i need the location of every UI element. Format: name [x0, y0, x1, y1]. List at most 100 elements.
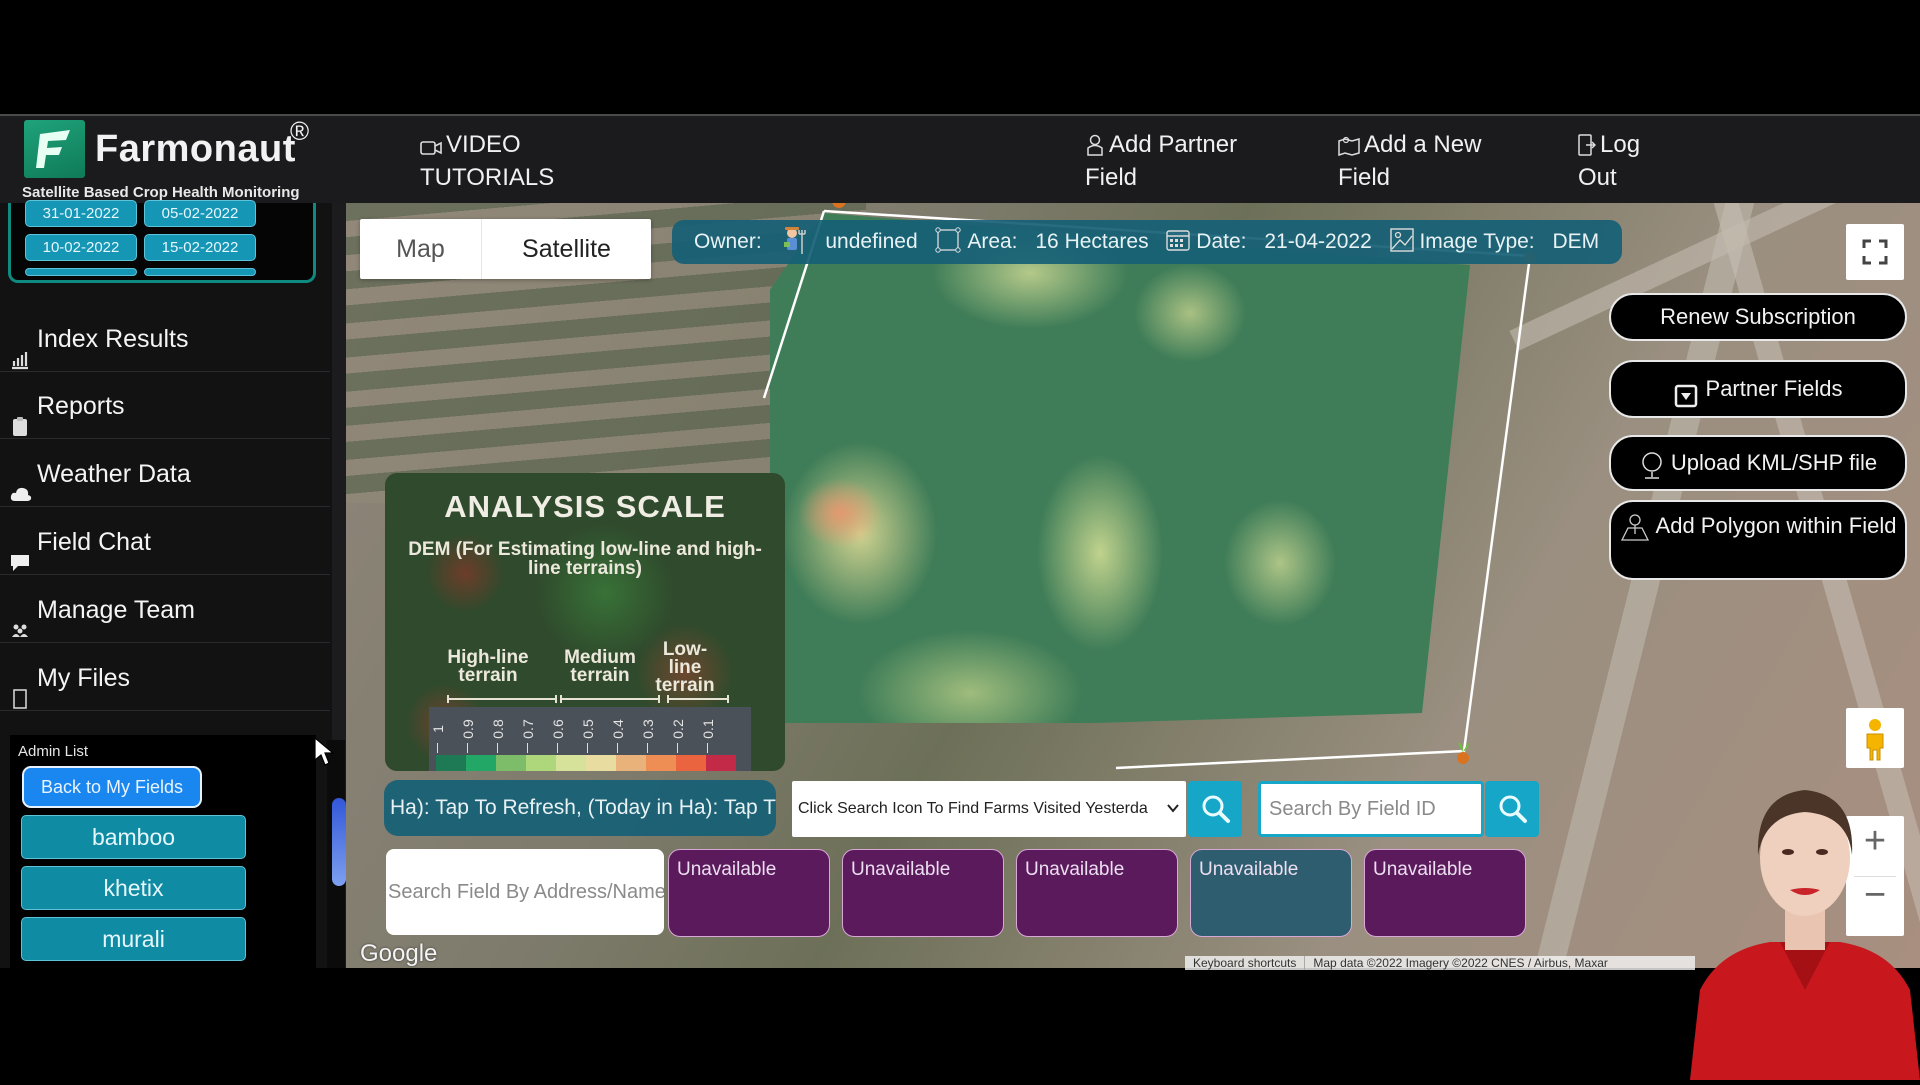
- partner-fields-button[interactable]: Partner Fields: [1609, 360, 1907, 418]
- nav-log-out[interactable]: Log Out: [1578, 130, 1640, 192]
- legend-tick-label: 0.4: [610, 719, 626, 739]
- legend-swatch: [586, 755, 616, 771]
- calendar-icon: [1166, 220, 1191, 264]
- partner-icon: [1085, 134, 1105, 163]
- visited-farms-select[interactable]: Click Search Icon To Find Farms Visited …: [792, 781, 1186, 837]
- legend-tick-mark: [617, 743, 618, 753]
- nav-add-new-field[interactable]: Add a New Field: [1338, 130, 1481, 192]
- dropdown-box-icon: [1674, 374, 1698, 428]
- field-info-bar: Owner: undefined Area: 16 Hectares Date:…: [672, 220, 1622, 264]
- legend-swatch: [436, 755, 466, 771]
- fullscreen-button[interactable]: [1846, 224, 1904, 280]
- presenter-video-overlay: [1690, 760, 1920, 1080]
- legend-tick-mark: [647, 743, 648, 753]
- sidebar-item-my-files[interactable]: My Files: [0, 645, 330, 711]
- legend-tick-label: 0.2: [670, 719, 686, 739]
- legend-tick-label: 0.6: [550, 719, 566, 739]
- search-icon: [1202, 795, 1230, 823]
- sidebar-item-manage-team[interactable]: Manage Team: [0, 577, 330, 643]
- brand-name[interactable]: Farmonaut: [95, 128, 296, 171]
- legend-swatch: [646, 755, 676, 771]
- polygon-map-icon: [1620, 512, 1650, 549]
- registered-mark: ®: [290, 116, 310, 146]
- date-button-partial[interactable]: [144, 268, 256, 276]
- admin-user-button[interactable]: murali: [21, 917, 246, 961]
- chart-icon: [10, 329, 30, 370]
- cloud-icon: [10, 464, 32, 501]
- map-type-toggle: Map Satellite: [360, 219, 651, 279]
- legend-tick-mark: [707, 743, 708, 753]
- date-button[interactable]: 10-02-2022: [25, 234, 137, 261]
- field-marker-icon[interactable]: [832, 203, 846, 208]
- date-button[interactable]: 31-01-2022: [25, 200, 137, 227]
- legend-swatch: [496, 755, 526, 771]
- sidebar-item-field-chat[interactable]: Field Chat: [0, 509, 330, 575]
- legend-tick-mark: [467, 743, 468, 753]
- legend-swatch: [616, 755, 646, 771]
- imagery-tile[interactable]: Unavailable: [1190, 849, 1352, 937]
- area-value: 16 Hectares: [1035, 230, 1149, 253]
- pegman-icon: [1866, 719, 1884, 761]
- image-type-value: DEM: [1552, 230, 1600, 253]
- nav-video-tutorials[interactable]: VIDEO TUTORIALS: [420, 130, 554, 192]
- globe-icon: [1639, 447, 1665, 499]
- video-icon: [420, 134, 442, 163]
- area-label: Area:: [967, 230, 1018, 253]
- sidebar-item-weather-data[interactable]: Weather Data: [0, 441, 330, 507]
- sidebar-item-index-results[interactable]: Index Results: [0, 306, 330, 372]
- farmonaut-logo-icon[interactable]: [24, 120, 85, 178]
- terrain-bracket-medium: [560, 695, 660, 703]
- imagery-tile[interactable]: Unavailable: [1016, 849, 1178, 937]
- field-marker-icon[interactable]: [1457, 742, 1469, 764]
- legend-tick-mark: [497, 743, 498, 753]
- date-button[interactable]: 05-02-2022: [144, 200, 256, 227]
- date-label: Date:: [1196, 230, 1247, 253]
- admin-user-button[interactable]: khetix: [21, 866, 246, 910]
- map-type-map-button[interactable]: Map: [360, 219, 482, 279]
- legend-tick-mark: [437, 743, 438, 753]
- owner-label: Owner:: [694, 230, 762, 253]
- image-icon: [1389, 220, 1414, 264]
- date-button-partial[interactable]: [25, 268, 137, 276]
- legend-tick-label: 0.5: [580, 719, 596, 739]
- legend-swatch: [706, 755, 736, 771]
- report-icon: [10, 396, 30, 436]
- sidebar-item-reports[interactable]: Reports: [0, 373, 330, 439]
- file-icon: [10, 668, 30, 709]
- mouse-cursor-icon: [314, 737, 335, 766]
- date-button[interactable]: 15-02-2022: [144, 234, 256, 261]
- keyboard-shortcuts-link[interactable]: Keyboard shortcuts: [1185, 956, 1306, 970]
- search-visited-farms-button[interactable]: [1188, 781, 1242, 837]
- imagery-tile[interactable]: Unavailable: [668, 849, 830, 937]
- image-type-label: Image Type:: [1419, 230, 1535, 253]
- owner-value: undefined: [825, 230, 918, 253]
- upload-kml-shp-button[interactable]: Upload KML/SHP file: [1609, 435, 1907, 491]
- scale-subtitle: DEM (For Estimating low-line and high-li…: [408, 539, 762, 579]
- street-view-pegman[interactable]: [1846, 708, 1904, 768]
- field-id-search-input[interactable]: Search By Field ID: [1258, 781, 1484, 837]
- legend-tick-mark: [527, 743, 528, 753]
- search-field-id-button[interactable]: [1485, 781, 1539, 837]
- map-data-attribution: Map data ©2022 Imagery ©2022 CNES / Airb…: [1313, 956, 1608, 970]
- back-to-my-fields-button[interactable]: Back to My Fields: [22, 766, 202, 808]
- add-polygon-button[interactable]: Add Polygon within Field: [1609, 500, 1907, 580]
- terrain-label-high: High-line terrain: [447, 647, 529, 686]
- legend-tick-label: 0.1: [700, 719, 716, 739]
- legend-tick-label: 0.9: [460, 719, 476, 739]
- sidebar-scrollbar-thumb[interactable]: [332, 798, 346, 886]
- google-logo[interactable]: Google: [360, 940, 437, 968]
- address-search-input[interactable]: Search Field By Address/Name: [386, 849, 664, 935]
- admin-user-button[interactable]: bamboo: [21, 815, 246, 859]
- refresh-area-ticker[interactable]: Ha): Tap To Refresh, (Today in Ha): Tap …: [384, 780, 776, 836]
- legend-tick-mark: [677, 743, 678, 753]
- logout-icon: [1578, 134, 1597, 163]
- fullscreen-icon: [1862, 239, 1888, 265]
- nav-add-partner-field[interactable]: Add Partner Field: [1085, 130, 1237, 192]
- terrain-bracket-low: [667, 695, 729, 703]
- legend-tick-mark: [557, 743, 558, 753]
- imagery-tile[interactable]: Unavailable: [1364, 849, 1526, 937]
- map-type-satellite-button[interactable]: Satellite: [482, 219, 651, 279]
- scale-title: ANALYSIS SCALE: [444, 489, 726, 524]
- renew-subscription-button[interactable]: Renew Subscription: [1609, 293, 1907, 341]
- imagery-tile[interactable]: Unavailable: [842, 849, 1004, 937]
